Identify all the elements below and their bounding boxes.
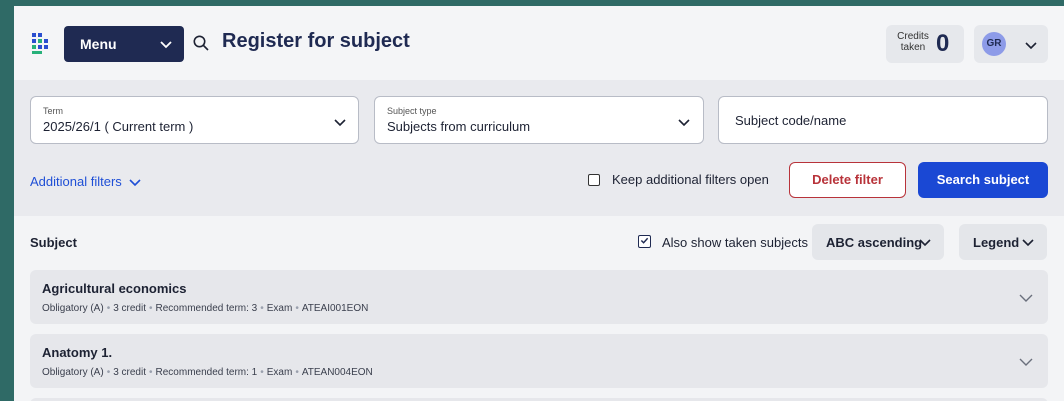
- subject-meta-code: ATEAI001EON: [301, 303, 369, 314]
- filter-panel: Term 2025/26/1 ( Current term ) Subject …: [14, 80, 1064, 216]
- legend-label: Legend: [973, 235, 1020, 250]
- avatar: GR: [982, 32, 1006, 56]
- subject-list-heading: Subject: [30, 235, 77, 250]
- additional-filters-label: Additional filters: [30, 174, 122, 189]
- subject-meta-code: ATEAN004EON: [301, 367, 373, 378]
- checkbox-checked-icon: [640, 237, 649, 244]
- page-title: Register for subject: [222, 30, 410, 52]
- menu-label: Menu: [80, 36, 117, 52]
- keep-filters-open-checkbox[interactable]: [588, 174, 600, 186]
- subject-meta-term: Recommended term: 1: [155, 367, 258, 378]
- top-header: Menu Register for subject Credits taken …: [14, 6, 1064, 80]
- menu-button[interactable]: Menu: [64, 26, 184, 62]
- also-show-taken-checkbox[interactable]: [638, 235, 651, 248]
- chevron-down-icon: [334, 119, 346, 127]
- credits-value: 0: [936, 30, 950, 57]
- subject-type-value: Subjects from curriculum: [387, 119, 531, 134]
- legend-dropdown[interactable]: Legend: [959, 224, 1047, 260]
- term-label: Term: [43, 106, 63, 116]
- logo-icon[interactable]: [30, 31, 54, 55]
- search-icon[interactable]: [192, 34, 210, 52]
- chevron-down-icon: [919, 239, 931, 247]
- chevron-down-icon: [1025, 42, 1037, 50]
- term-select[interactable]: Term 2025/26/1 ( Current term ): [30, 96, 359, 144]
- subject-title: Anatomy 1.: [42, 345, 113, 360]
- user-menu-button[interactable]: GR: [974, 25, 1048, 63]
- delete-filter-button[interactable]: Delete filter: [789, 162, 906, 198]
- subject-meta: Obligatory (A) • 3 credit • Recommended term…: [42, 303, 369, 314]
- sort-label: ABC ascending: [826, 235, 923, 250]
- subject-title: Agricultural economics: [42, 281, 187, 296]
- subject-meta-obligation: Obligatory (A): [42, 367, 104, 378]
- subject-meta-obligation: Obligatory (A): [42, 303, 104, 314]
- keep-filters-open-label: Keep additional filters open: [612, 172, 769, 187]
- subject-code-placeholder: Subject code/name: [735, 113, 847, 128]
- subject-meta-exam: Exam: [266, 367, 293, 378]
- subject-meta: Obligatory (A) • 3 credit • Recommended term…: [42, 367, 373, 378]
- credits-label-line1: Credits: [897, 31, 929, 42]
- subject-meta-credit: 3 credit: [113, 303, 146, 314]
- subject-code-input[interactable]: Subject code/name: [718, 96, 1048, 144]
- chevron-down-icon: [160, 41, 172, 49]
- credits-taken-box: Credits taken 0: [886, 25, 964, 63]
- subject-card[interactable]: Agricultural economics Obligatory (A) • 3 …: [30, 270, 1048, 324]
- additional-filters-toggle[interactable]: Additional filters: [30, 174, 142, 189]
- chevron-down-icon[interactable]: [1018, 354, 1034, 370]
- term-value: 2025/26/1 ( Current term ): [43, 119, 194, 134]
- chevron-down-icon: [129, 178, 141, 186]
- subject-meta-term: Recommended term: 3: [155, 303, 258, 314]
- sort-dropdown[interactable]: ABC ascending: [812, 224, 944, 260]
- app-frame: Menu Register for subject Credits taken …: [14, 6, 1064, 401]
- chevron-down-icon[interactable]: [1018, 290, 1034, 306]
- subject-meta-credit: 3 credit: [113, 367, 146, 378]
- subject-type-label: Subject type: [387, 106, 437, 116]
- subject-type-select[interactable]: Subject type Subjects from curriculum: [374, 96, 704, 144]
- credits-label: Credits taken: [896, 31, 930, 53]
- also-show-taken-label: Also show taken subjects: [662, 235, 808, 250]
- subject-meta-exam: Exam: [266, 303, 293, 314]
- chevron-down-icon: [678, 119, 690, 127]
- subject-card[interactable]: Anatomy 1. Obligatory (A) • 3 credit • Recom…: [30, 334, 1048, 388]
- chevron-down-icon: [1022, 239, 1034, 247]
- search-subject-button[interactable]: Search subject: [918, 162, 1048, 198]
- credits-label-line2: taken: [900, 42, 926, 53]
